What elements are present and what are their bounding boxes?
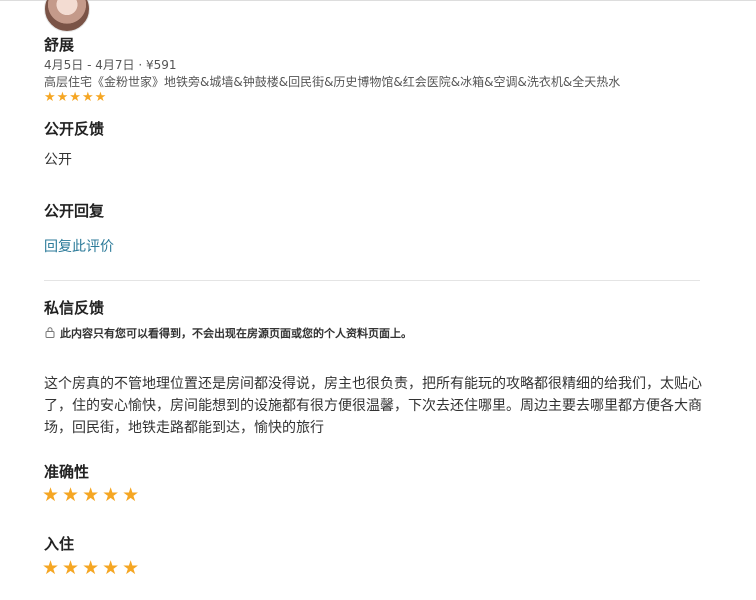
section-divider (44, 280, 700, 281)
rating-label-accuracy: 准确性 (44, 463, 90, 481)
public-feedback-title: 公开反馈 (44, 120, 105, 138)
rating-stars-checkin: ★★★★★ (42, 557, 143, 579)
listing-title[interactable]: 高层住宅《金粉世家》地铁旁&城墙&钟鼓楼&回民街&历史博物馆&红会医院&冰箱&空… (44, 73, 620, 90)
public-feedback-value: 公开 (44, 152, 72, 168)
top-border (0, 0, 756, 1)
reviewer-name[interactable]: 舒展 (44, 34, 74, 55)
avatar[interactable] (44, 0, 90, 32)
private-review-text: 这个房真的不管地理位置还是房间都没得说，房主也很负责，把所有能玩的攻略都很精细的… (44, 376, 702, 436)
reply-review-link[interactable]: 回复此评价 (44, 236, 114, 256)
public-reply-title: 公开回复 (44, 202, 105, 220)
overall-rating-stars: ★★★★★ (44, 90, 108, 105)
private-note-text: 此内容只有您可以看得到，不会出现在房源页面或您的个人资料页面上。 (60, 327, 412, 340)
rating-stars-accuracy: ★★★★★ (42, 484, 143, 506)
private-feedback-title: 私信反馈 (44, 299, 105, 317)
lock-icon (45, 327, 55, 338)
private-note: 此内容只有您可以看得到，不会出现在房源页面或您的个人资料页面上。 (44, 325, 412, 341)
rating-label-checkin: 入住 (44, 535, 75, 553)
stay-dates-price: 4月5日 - 4月7日 · ¥591 (44, 58, 177, 72)
